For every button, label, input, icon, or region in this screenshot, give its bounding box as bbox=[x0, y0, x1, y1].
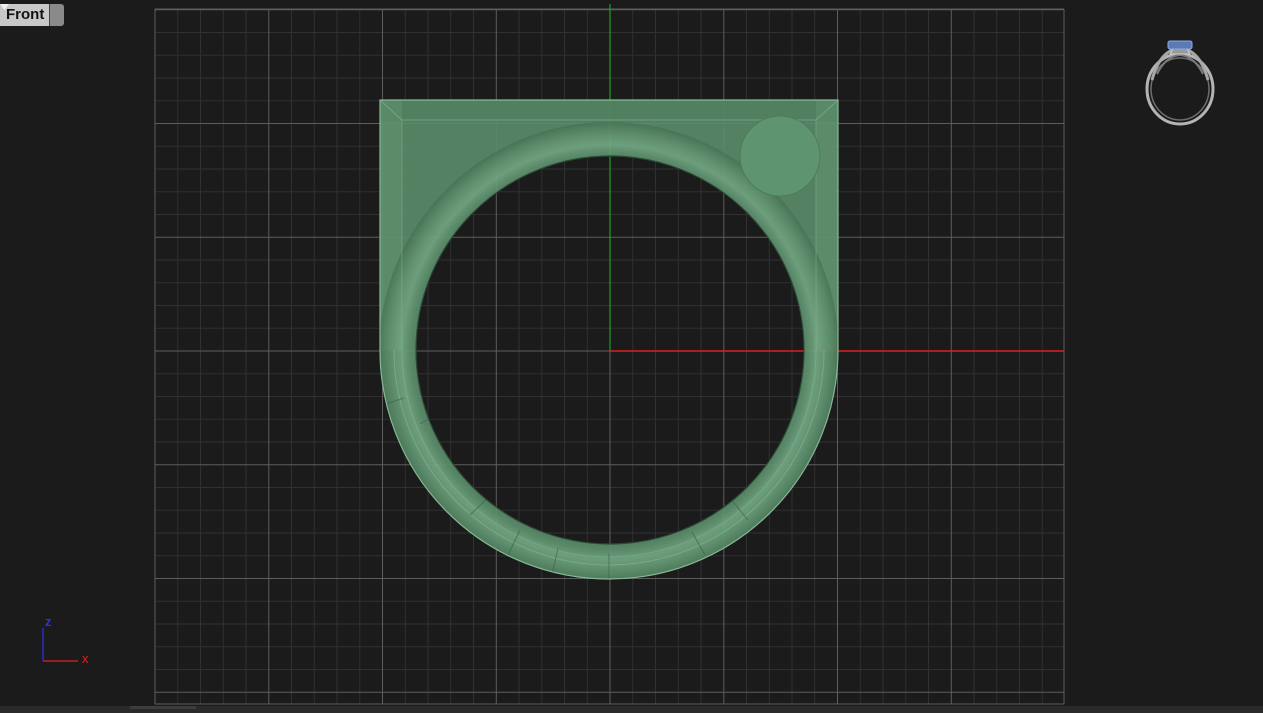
viewport-title-tab[interactable]: Front bbox=[0, 4, 65, 26]
viewport-canvas[interactable]: z x bbox=[0, 0, 1263, 713]
gnomon-z-label: z bbox=[45, 614, 52, 629]
gnomon-x-label: x bbox=[82, 651, 89, 666]
scrollbar-segment[interactable] bbox=[130, 706, 196, 709]
ring-preview-icon bbox=[1145, 40, 1215, 126]
chevron-down-icon[interactable] bbox=[0, 4, 65, 26]
front-viewport[interactable]: z x Front bbox=[0, 0, 1263, 713]
stone-seat-circle bbox=[739, 115, 821, 197]
axes-gnomon: z x bbox=[42, 614, 89, 666]
status-strip bbox=[0, 706, 1263, 713]
ring-model[interactable] bbox=[379, 99, 839, 582]
